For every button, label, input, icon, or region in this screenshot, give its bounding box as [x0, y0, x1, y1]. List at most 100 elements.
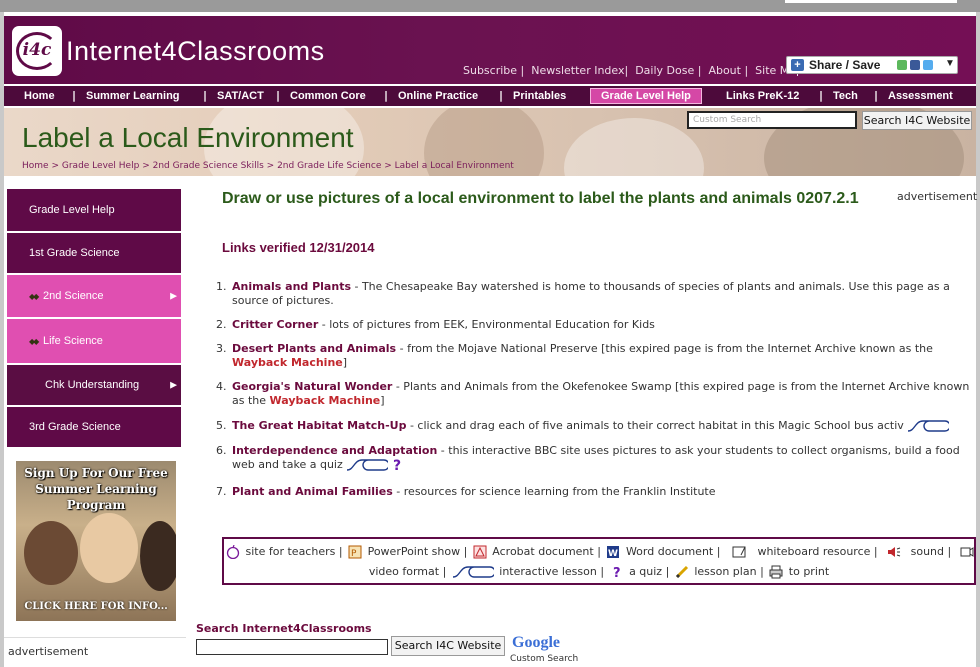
- sound-icon: [888, 547, 901, 557]
- sidebar-item-life-science[interactable]: ◆◆ Life Science: [6, 318, 182, 364]
- nav-summer-learning[interactable]: Summer Learning: [86, 88, 180, 104]
- powerpoint-icon: P: [348, 545, 362, 559]
- chevron-down-icon[interactable]: ▼: [945, 58, 955, 69]
- sidebar-item-2nd-science[interactable]: ◆◆ 2nd Science ▶: [6, 274, 182, 318]
- sidebar-advertisement-label: advertisement: [8, 645, 89, 658]
- interactive-lesson-icon: [452, 566, 494, 578]
- svg-text:?: ?: [393, 458, 401, 472]
- browser-top-strip: [0, 0, 980, 12]
- quiz-icon: ?: [393, 458, 401, 472]
- sidebar-item-3rd-grade-science[interactable]: 3rd Grade Science: [6, 406, 182, 448]
- sidebar-item-label: 1st Grade Science: [29, 247, 120, 259]
- bottom-search-input[interactable]: [196, 639, 388, 655]
- bullet-icon: ◆◆: [29, 292, 39, 301]
- site-header: i4c Internet4Classrooms Subscribe | News…: [4, 16, 976, 84]
- site-logo[interactable]: i4c: [12, 26, 62, 76]
- sidebar-item-grade-level-help[interactable]: Grade Level Help: [6, 188, 182, 232]
- plus-icon: +: [791, 59, 804, 71]
- resource-link-animals-and-plants[interactable]: Animals and Plants: [232, 280, 351, 293]
- video-icon: [960, 547, 974, 557]
- nav-grade-level-help[interactable]: Grade Level Help: [590, 88, 702, 104]
- page-banner: Label a Local Environment Home > Grade L…: [4, 108, 976, 176]
- apple-icon: [226, 545, 240, 559]
- wayback-machine-link[interactable]: Wayback Machine: [232, 356, 343, 369]
- resource-link-plant-and-animal-families[interactable]: Plant and Animal Families: [232, 485, 393, 498]
- bottom-search-label: Search Internet4Classrooms: [196, 622, 372, 635]
- nav-tech[interactable]: Tech: [833, 88, 858, 104]
- share-label: Share / Save: [809, 58, 881, 72]
- resource-link-georgias-natural-wonder[interactable]: Georgia's Natural Wonder: [232, 380, 392, 393]
- printer-icon: [769, 565, 783, 579]
- bullet-icon: ◆◆: [29, 337, 39, 346]
- acrobat-icon: [473, 545, 487, 559]
- nav-sat-act[interactable]: SAT/ACT: [217, 88, 264, 104]
- page-frame-right: [976, 12, 980, 667]
- nav-home[interactable]: Home: [24, 88, 55, 104]
- facebook-icon[interactable]: [910, 60, 920, 70]
- resource-link-great-habitat-match-up[interactable]: The Great Habitat Match-Up: [232, 419, 406, 432]
- banner-photo-highlight: [564, 118, 704, 176]
- promo-photo-girl: [80, 513, 138, 583]
- legend-row: site for teachers | P PowerPoint show | …: [224, 545, 974, 559]
- wayback-machine-link[interactable]: Wayback Machine: [270, 394, 381, 407]
- page-title: Label a Local Environment: [22, 122, 354, 153]
- interactive-lesson-icon: [347, 459, 389, 471]
- breadcrumb-grade-level-help[interactable]: Grade Level Help: [62, 161, 139, 171]
- custom-search-label: Custom Search: [510, 654, 579, 664]
- breadcrumb-current: Label a Local Environment: [394, 161, 514, 171]
- nav-online-practice[interactable]: Online Practice: [398, 88, 478, 104]
- lesson-plan-icon: [675, 565, 688, 579]
- legend-row: video format | interactive lesson | ? a …: [368, 565, 830, 579]
- content-heading: Draw or use pictures of a local environm…: [222, 190, 859, 207]
- sidebar-item-label: 3rd Grade Science: [29, 421, 121, 433]
- email-share-icon[interactable]: [897, 60, 907, 70]
- sidebar-item-label: Life Science: [43, 335, 103, 347]
- right-advertisement-label: advertisement: [897, 190, 978, 203]
- nav-printables[interactable]: Printables: [513, 88, 566, 104]
- promo-photo-student: [140, 521, 176, 591]
- bottom-search-button[interactable]: Search I4C Website: [391, 636, 505, 656]
- search-placeholder: Custom Search: [693, 115, 762, 125]
- resource-link-critter-corner[interactable]: Critter Corner: [232, 318, 318, 331]
- twitter-icon[interactable]: [923, 60, 933, 70]
- logo-text: i4c: [22, 40, 52, 60]
- breadcrumb-2nd-grade-life-science[interactable]: 2nd Grade Life Science: [277, 161, 381, 171]
- sidebar-item-1st-grade-science[interactable]: 1st Grade Science: [6, 232, 182, 274]
- resource-link-desert-plants[interactable]: Desert Plants and Animals: [232, 342, 396, 355]
- nav-links-prek-12[interactable]: Links PreK-12: [726, 88, 799, 104]
- top-link-daily-dose[interactable]: Daily Dose: [635, 64, 694, 77]
- chevron-right-icon: ▶: [170, 379, 177, 390]
- sidebar-divider: [4, 637, 186, 638]
- site-title[interactable]: Internet4Classrooms: [66, 36, 325, 67]
- nav-assessment[interactable]: Assessment: [888, 88, 953, 104]
- top-strip-box: [785, 0, 957, 3]
- word-icon: W: [607, 546, 620, 559]
- whiteboard-icon: [732, 546, 746, 558]
- top-link-subscribe[interactable]: Subscribe: [463, 64, 517, 77]
- breadcrumb: Home > Grade Level Help > 2nd Grade Scie…: [22, 161, 514, 171]
- share-save-button[interactable]: + Share / Save ▼: [786, 56, 958, 74]
- quiz-icon: ?: [613, 566, 621, 579]
- svg-text:?: ?: [613, 566, 621, 579]
- sidebar-item-chk-understanding[interactable]: Chk Understanding ▶: [6, 364, 182, 406]
- google-logo: Google: [512, 634, 560, 651]
- svg-text:P: P: [351, 549, 357, 559]
- sidebar-item-label: 2nd Science: [43, 290, 104, 302]
- promo-photo-boy: [24, 521, 78, 585]
- summer-learning-promo[interactable]: Sign Up For Our Free Summer Learning Pro…: [16, 461, 176, 621]
- resource-link-interdependence-adaptation[interactable]: Interdependence and Adaptation: [232, 444, 437, 457]
- chevron-right-icon: ▶: [170, 290, 177, 301]
- sidebar-item-label: Chk Understanding: [45, 379, 140, 391]
- breadcrumb-2nd-grade-science-skills[interactable]: 2nd Grade Science Skills: [153, 161, 264, 171]
- interactive-lesson-icon: [908, 420, 950, 432]
- sidebar-item-label: Grade Level Help: [29, 204, 115, 216]
- top-link-newsletter[interactable]: Newsletter Index: [531, 64, 624, 77]
- top-link-about[interactable]: About: [708, 64, 741, 77]
- promo-click-here[interactable]: CLICK HERE FOR INFO...: [16, 601, 176, 612]
- nav-common-core[interactable]: Common Core: [290, 88, 366, 104]
- promo-headline: Sign Up For Our Free Summer Learning Pro…: [24, 466, 168, 512]
- site-search-button[interactable]: Search I4C Website: [862, 111, 972, 130]
- site-search-input[interactable]: Custom Search: [687, 111, 857, 129]
- breadcrumb-home[interactable]: Home: [22, 161, 49, 171]
- svg-text:W: W: [608, 549, 618, 559]
